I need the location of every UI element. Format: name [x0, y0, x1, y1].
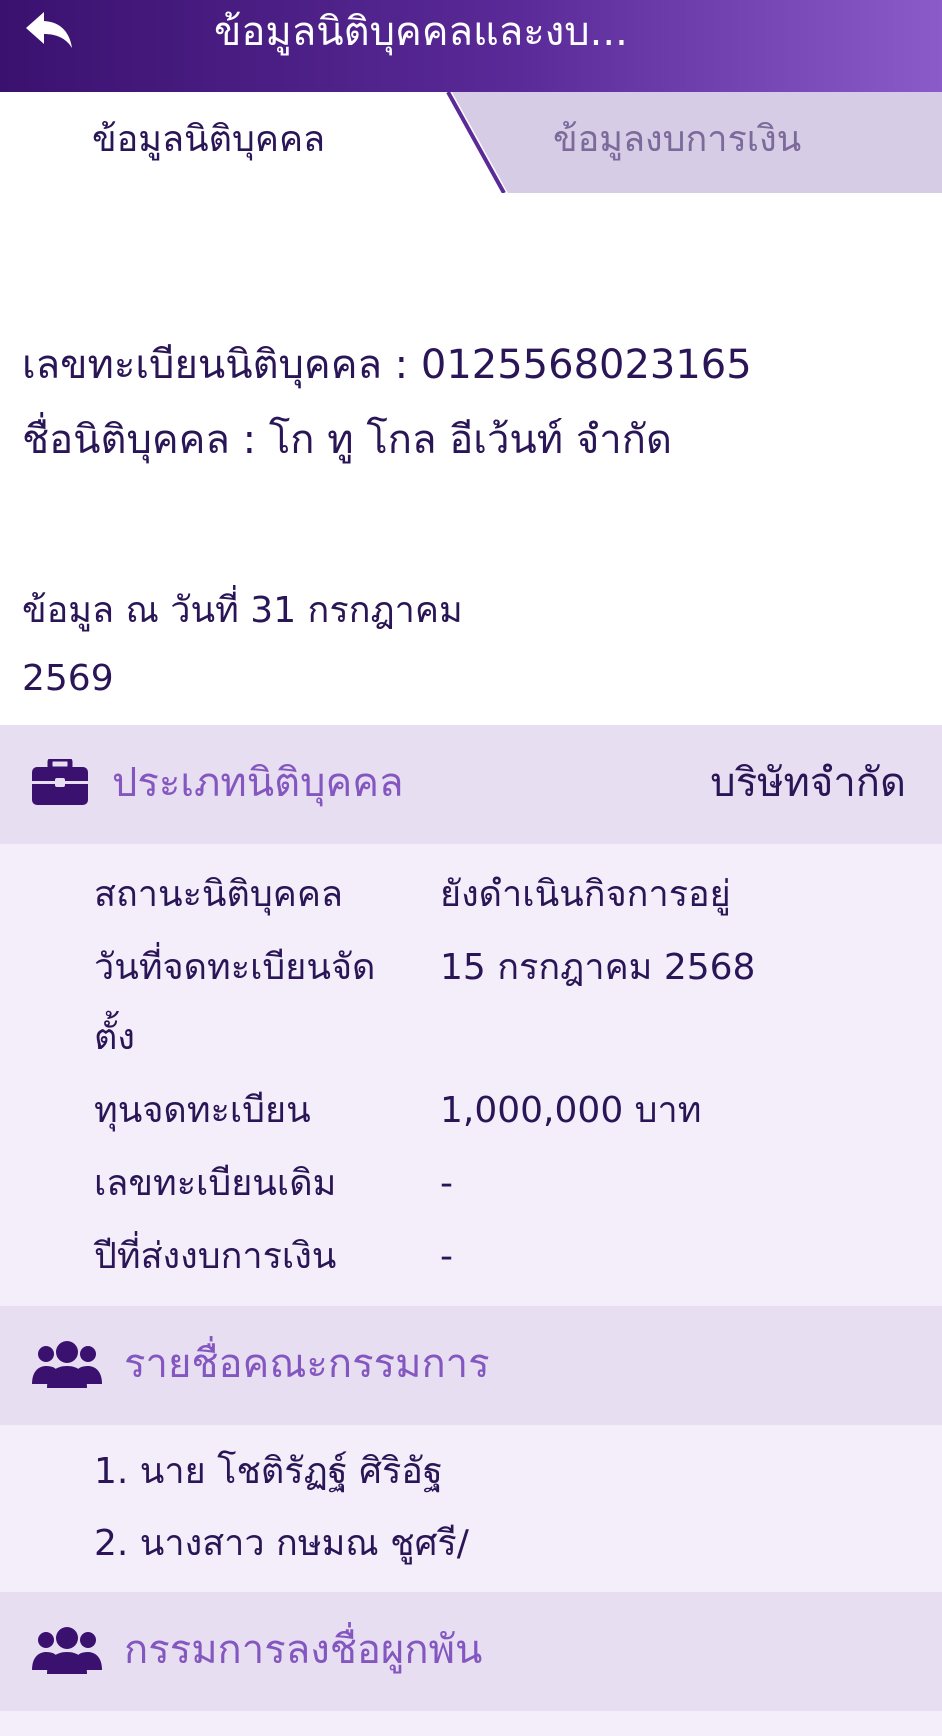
entity-name: ชื่อนิติบุคคล : โก ทู โกล อีเว้นท์ จำกัด — [22, 417, 672, 463]
entity-type-label: ประเภทนิติบุคคล — [112, 760, 404, 806]
briefcase-icon — [32, 756, 88, 809]
detail-label: ทุนจดทะเบียน — [94, 1090, 311, 1131]
page-title: ข้อมูลนิติบุคคลและงบ... — [214, 9, 628, 55]
entity-details: สถานะนิติบุคคล ยังดำเนินกิจการอยู่ วันที… — [0, 844, 942, 1306]
users-icon — [32, 1340, 102, 1394]
tab-bar: ข้อมูลนิติบุคคล ข้อมูลงบการเงิน — [0, 92, 942, 193]
detail-value: 15 กรกฎาคม 2568 — [440, 947, 756, 988]
detail-label: วันที่จดทะเบียนจัดตั้ง — [94, 947, 376, 1058]
entity-type-value: บริษัทจำกัด — [710, 760, 906, 806]
directors-title: รายชื่อคณะกรรมการ — [124, 1341, 490, 1387]
as-of-date-line2: 2569 — [22, 658, 114, 699]
users-icon — [32, 1626, 102, 1680]
app-header: ข้อมูลนิติบุคคลและงบ... — [0, 0, 942, 92]
tab-financial-info[interactable]: ข้อมูลงบการเงิน — [553, 110, 801, 170]
detail-label: สถานะนิติบุคคล — [94, 874, 343, 915]
entity-type-section: ประเภทนิติบุคคล บริษัทจำกัด — [0, 725, 942, 844]
tab-entity-info[interactable]: ข้อมูลนิติบุคคล — [92, 110, 325, 170]
directors-list: 1. นาย โชติรัฏฐ์ ศิริอัฐ 2. นางสาว กษมณ … — [0, 1425, 942, 1592]
detail-value: 1,000,000 บาท — [440, 1090, 702, 1131]
director-item: 2. นางสาว กษมณ ชูศรี/ — [94, 1523, 469, 1564]
detail-label: ปีที่ส่งงบการเงิน — [94, 1236, 337, 1277]
detail-value: - — [440, 1236, 453, 1277]
director-item: 1. นาย โชติรัฏฐ์ ศิริอัฐ — [94, 1451, 443, 1492]
directors-section: รายชื่อคณะกรรมการ — [0, 1306, 942, 1425]
detail-value: ยังดำเนินกิจการอยู่ — [440, 874, 731, 915]
detail-value: - — [440, 1163, 453, 1204]
registration-number: เลขทะเบียนนิติบุคคล : 0125568023165 — [22, 342, 752, 388]
reply-arrow-icon[interactable] — [24, 8, 76, 52]
detail-label: เลขทะเบียนเดิม — [94, 1163, 337, 1204]
signatory-section: กรรมการลงชื่อผูกพัน — [0, 1592, 942, 1711]
signatory-title: กรรมการลงชื่อผูกพัน — [124, 1627, 483, 1673]
signatory-body — [0, 1711, 942, 1736]
as-of-date-line1: ข้อมูล ณ วันที่ 31 กรกฎาคม — [22, 590, 463, 631]
